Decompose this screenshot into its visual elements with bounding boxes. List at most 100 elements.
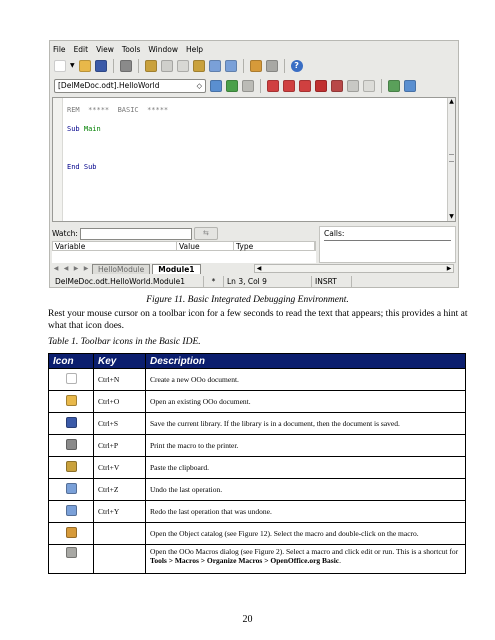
column-value[interactable]: Value xyxy=(177,242,234,251)
code-text[interactable]: REM ***** BASIC ***** Sub Main End Sub xyxy=(67,101,168,177)
cut-icon[interactable] xyxy=(160,59,173,72)
editor-horizontal-scrollbar[interactable]: ◀ ▶ xyxy=(254,264,454,273)
redo-icon[interactable] xyxy=(224,59,237,72)
breakpoint-gutter[interactable] xyxy=(53,98,63,221)
menu-tools[interactable]: Tools xyxy=(122,44,140,56)
compile-icon[interactable] xyxy=(210,79,222,92)
toolbar-separator xyxy=(242,58,244,73)
open-folder-icon[interactable] xyxy=(78,59,91,72)
table-row: Open the OOo Macros dialog (see Figure 2… xyxy=(48,544,466,574)
key-cell: Ctrl+S xyxy=(93,412,146,435)
tab-module1[interactable]: Module1 xyxy=(152,263,201,274)
menu-view[interactable]: View xyxy=(96,44,114,56)
breakpoint-icon[interactable] xyxy=(315,79,327,92)
toolbar-separator xyxy=(112,58,114,73)
toolbar-separator xyxy=(381,78,382,93)
header-icon: Icon xyxy=(48,353,94,369)
rem-line: REM ***** BASIC ***** xyxy=(67,106,169,114)
step-out-icon[interactable] xyxy=(299,79,311,92)
status-position: Ln 3, Col 9 xyxy=(224,275,312,287)
status-bar: DelMeDoc.odt.HelloWorld.Module1 * Ln 3, … xyxy=(52,275,456,287)
paste-icon[interactable] xyxy=(144,59,157,72)
find-parentheses-icon[interactable] xyxy=(363,79,375,92)
editor-vertical-scrollbar[interactable]: ▲ ▼ xyxy=(447,98,455,221)
manage-breakpoints-icon[interactable] xyxy=(331,79,343,92)
import-dialog-icon[interactable] xyxy=(404,79,416,92)
menu-bar: File Edit View Tools Window Help xyxy=(53,44,203,56)
dropdown-arrow-icon[interactable]: ▼ xyxy=(70,62,75,69)
paste-icon[interactable] xyxy=(192,59,205,72)
prev-tab-icon[interactable]: ◀ xyxy=(62,264,70,273)
keyword: Sub xyxy=(83,163,97,171)
table-header-row: Icon Key Description xyxy=(48,353,466,369)
print-icon[interactable] xyxy=(119,59,132,72)
watch-row: Watch: ⇆ xyxy=(52,226,316,241)
table-row: Open the Object catalog (see Figure 12).… xyxy=(48,522,466,545)
description-text: Open the OOo Macros dialog (see Figure 2… xyxy=(150,547,459,556)
macros-dialog-icon[interactable] xyxy=(265,59,278,72)
open-folder-icon xyxy=(65,395,77,406)
ide-screenshot: File Edit View Tools Window Help ▼ ? [De… xyxy=(49,40,459,288)
scroll-up-icon[interactable]: ▲ xyxy=(448,98,455,106)
step-into-icon[interactable] xyxy=(267,79,279,92)
step-over-icon[interactable] xyxy=(283,79,295,92)
header-description: Description xyxy=(145,353,466,369)
watch-input[interactable] xyxy=(79,227,192,240)
description-end: . xyxy=(339,556,341,565)
first-tab-icon[interactable]: ◀ xyxy=(52,264,60,273)
description-cell: Create a new OOo document. xyxy=(145,368,466,391)
description-cell: Redo the last operation that was undone. xyxy=(145,500,466,523)
macros-dialog-icon xyxy=(65,547,77,558)
copy-icon[interactable] xyxy=(176,59,189,72)
status-location: DelMeDoc.odt.HelloWorld.Module1 xyxy=(52,275,204,287)
key-cell: Ctrl+V xyxy=(93,456,146,479)
key-cell: Ctrl+Y xyxy=(93,500,146,523)
column-variable[interactable]: Variable xyxy=(53,242,177,251)
new-document-icon[interactable] xyxy=(54,59,66,72)
object-catalog-icon[interactable] xyxy=(249,59,262,72)
description-cell: Open an existing OOo document. xyxy=(145,390,466,413)
object-catalog-icon xyxy=(65,527,77,538)
table-row: Ctrl+S Save the current library. If the … xyxy=(48,412,466,435)
menu-window[interactable]: Window xyxy=(148,44,178,56)
scroll-left-icon[interactable]: ◀ xyxy=(255,265,263,272)
key-cell: Ctrl+N xyxy=(93,368,146,391)
key-cell: Ctrl+P xyxy=(93,434,146,457)
next-tab-icon[interactable]: ▶ xyxy=(72,264,80,273)
identifier: Main xyxy=(83,125,101,133)
watch-icon[interactable] xyxy=(347,79,359,92)
scroll-right-icon[interactable]: ▶ xyxy=(445,265,453,272)
run-icon[interactable] xyxy=(226,79,238,92)
insert-source-icon[interactable] xyxy=(388,79,400,92)
scroll-down-icon[interactable]: ▼ xyxy=(448,213,455,221)
scroll-grip[interactable] xyxy=(449,154,454,162)
save-icon xyxy=(65,417,77,428)
watch-column-headers: Variable Value Type xyxy=(52,241,316,251)
code-editor[interactable]: REM ***** BASIC ***** Sub Main End Sub ▲… xyxy=(52,97,456,222)
undo-icon[interactable] xyxy=(208,59,221,72)
remove-watch-icon[interactable]: ⇆ xyxy=(193,227,218,240)
menu-help[interactable]: Help xyxy=(186,44,203,56)
keyword: End xyxy=(67,163,80,171)
table-row: Ctrl+O Open an existing OOo document. xyxy=(48,390,466,413)
menu-file[interactable]: File xyxy=(53,44,66,56)
table-row: Ctrl+N Create a new OOo document. xyxy=(48,368,466,391)
description-cell: Open the OOo Macros dialog (see Figure 2… xyxy=(145,544,466,574)
save-icon[interactable] xyxy=(94,59,107,72)
stop-icon[interactable] xyxy=(242,79,254,92)
watch-list[interactable] xyxy=(52,251,316,263)
toolbar-separator xyxy=(137,58,139,73)
column-type[interactable]: Type xyxy=(234,242,315,251)
key-cell xyxy=(93,544,146,574)
toolbar-icons-table: Icon Key Description Ctrl+N Create a new… xyxy=(48,353,466,574)
last-tab-icon[interactable]: ▶ xyxy=(82,264,90,273)
tab-hellomodule[interactable]: HelloModule xyxy=(92,263,151,274)
table-row: Ctrl+V Paste the clipboard. xyxy=(48,456,466,479)
menu-edit[interactable]: Edit xyxy=(74,44,89,56)
help-icon[interactable]: ? xyxy=(290,59,303,72)
watch-label: Watch: xyxy=(52,229,78,238)
macro-toolbar: [DelMeDoc.odt].HelloWorld xyxy=(50,76,458,95)
module-selector[interactable]: [DelMeDoc.odt].HelloWorld xyxy=(54,78,206,93)
calls-divider xyxy=(324,240,451,241)
key-cell xyxy=(93,522,146,545)
